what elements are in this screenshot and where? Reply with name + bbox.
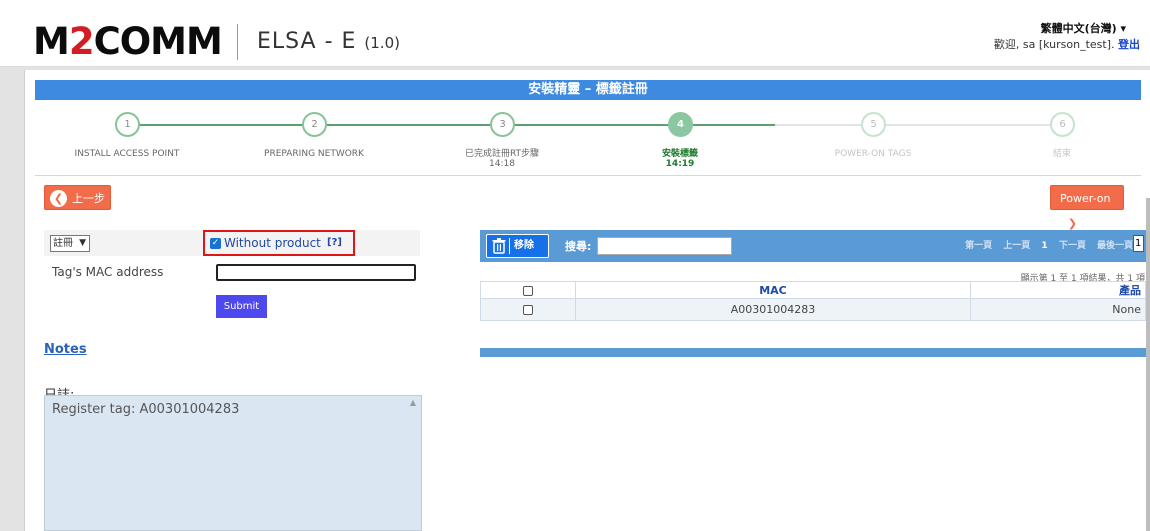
m2comm-logo: M2COMM — [33, 20, 223, 63]
step-connector — [515, 124, 670, 126]
log-textarea[interactable]: Register tag: A00301004283 ▲ — [44, 395, 422, 531]
current-page[interactable]: 1 — [1041, 241, 1047, 251]
chevron-down-icon: ▼ — [79, 238, 86, 248]
logo-text-comm: COMM — [93, 20, 223, 63]
main-panel: 安裝精靈 – 標籤註冊 1 2 3 4 5 6 INSTALL ACCESS P… — [24, 70, 1150, 531]
table-footer-bar — [480, 348, 1146, 357]
step-1-label: INSTALL ACCESS POINT — [42, 149, 212, 159]
step-5-label: POWER-ON TAGS — [788, 149, 958, 159]
submit-button[interactable]: Submit — [216, 295, 267, 318]
without-product-checkbox[interactable]: ✓ — [210, 238, 221, 249]
app-header: M2COMM ELSA - E (1.0) 繁體中文(台灣) ▾ 歡迎, sa … — [0, 0, 1150, 67]
back-button[interactable]: ❮ 上一步 — [44, 185, 111, 210]
step-5-circle: 5 — [861, 112, 886, 137]
page-scrollbar[interactable] — [1146, 198, 1150, 531]
step-connector — [775, 124, 861, 126]
step-5-name: POWER-ON TAGS — [834, 149, 912, 159]
trash-icon — [492, 238, 506, 254]
step-4-label: 安裝標籤 14:19 — [595, 149, 765, 169]
welcome-message: 歡迎, sa [kurson_test]. 登出 — [994, 36, 1140, 52]
step-6-name: 結束 — [1052, 149, 1071, 159]
back-button-label: 上一步 — [72, 192, 105, 205]
search-input[interactable] — [597, 237, 732, 255]
step-4-time: 14:19 — [665, 159, 695, 169]
help-link[interactable]: [?] — [327, 237, 342, 248]
page-number-input[interactable]: 1 — [1133, 235, 1144, 252]
step-3-label: 已完成註冊RT步驟 14:18 — [417, 149, 587, 169]
logo-text-2: 2 — [68, 20, 95, 63]
delete-button-label: 移除 — [514, 240, 534, 251]
row-select-cell — [480, 298, 576, 321]
header-divider — [237, 24, 238, 60]
step-2-label: PREPARING NETWORK — [229, 149, 399, 159]
step-4-circle: 4 — [668, 112, 693, 137]
arrow-left-icon: ❮ — [50, 189, 67, 207]
logout-link[interactable]: 登出 — [1118, 38, 1140, 51]
column-header-product[interactable]: 產品 — [970, 281, 1146, 299]
app-title: ELSA - E (1.0) — [257, 29, 400, 54]
step-3-circle: 3 — [490, 112, 515, 137]
product-cell: None — [970, 298, 1146, 321]
button-separator — [509, 238, 510, 254]
without-product-highlight: ✓ Without product [?] — [203, 230, 355, 256]
power-on-button[interactable]: Power-on ❯ — [1050, 185, 1124, 232]
prev-page-link[interactable]: 上一頁 — [1003, 241, 1030, 251]
welcome-text: 歡迎, sa [kurson_test]. — [993, 38, 1115, 51]
mac-address-label: Tag's MAC address — [52, 265, 164, 279]
log-text: Register tag: A00301004283 — [52, 402, 240, 417]
select-all-cell — [480, 281, 576, 299]
step-3-name: 已完成註冊RT步驟 — [464, 149, 540, 159]
step-2-name: PREPARING NETWORK — [264, 149, 364, 159]
app-version: (1.0) — [364, 34, 400, 52]
step-connector — [885, 124, 1050, 126]
step-connector — [327, 124, 490, 126]
last-page-link[interactable]: 最後一頁 — [1097, 241, 1133, 251]
mode-select[interactable]: 註冊 ▼ — [50, 235, 90, 252]
table-row[interactable]: A00301004283 None — [480, 298, 1146, 321]
step-3-time: 14:18 — [489, 159, 515, 169]
without-product-label[interactable]: Without product — [224, 236, 321, 250]
column-header-mac[interactable]: MAC — [575, 281, 971, 299]
select-all-checkbox[interactable] — [523, 285, 533, 296]
pagination: 第一頁 上一頁 1 下一頁 最後一頁 — [957, 238, 1133, 251]
arrow-right-icon: ❯ — [1064, 214, 1081, 232]
tags-table: MAC 產品 A00301004283 None — [480, 281, 1146, 321]
step-6-label: 結束 — [977, 149, 1147, 159]
mode-select-value: 註冊 — [53, 238, 73, 249]
table-header-row: MAC 產品 — [480, 281, 1146, 299]
first-page-link[interactable]: 第一頁 — [965, 241, 992, 251]
wizard-title-bar: 安裝精靈 – 標籤註冊 — [35, 80, 1141, 100]
notes-link[interactable]: Notes — [44, 342, 87, 357]
step-4-name: 安裝標籤 — [661, 149, 698, 159]
next-page-link[interactable]: 下一頁 — [1059, 241, 1086, 251]
step-2-circle: 2 — [302, 112, 327, 137]
power-on-button-label: Power-on — [1060, 192, 1111, 205]
row-checkbox[interactable] — [523, 305, 533, 315]
step-connector — [693, 124, 775, 126]
step-1-name: INSTALL ACCESS POINT — [74, 149, 180, 159]
app-title-text: ELSA - E — [257, 29, 357, 54]
scroll-up-icon[interactable]: ▲ — [410, 398, 416, 407]
table-toolbar: 移除 搜尋: 第一頁 上一頁 1 下一頁 最後一頁 1 — [480, 230, 1146, 262]
step-6-circle: 6 — [1050, 112, 1075, 137]
logo-text-m: M — [33, 20, 70, 63]
step-connector — [139, 124, 302, 126]
wizard-steps: 1 2 3 4 5 6 INSTALL ACCESS POINT PREPARI… — [35, 102, 1141, 176]
mac-cell: A00301004283 — [575, 298, 971, 321]
step-1-circle: 1 — [115, 112, 140, 137]
search-label: 搜尋: — [565, 240, 592, 253]
mac-address-input[interactable] — [216, 264, 416, 281]
language-selector[interactable]: 繁體中文(台灣) ▾ — [1041, 20, 1126, 36]
delete-button[interactable]: 移除 — [486, 234, 549, 258]
